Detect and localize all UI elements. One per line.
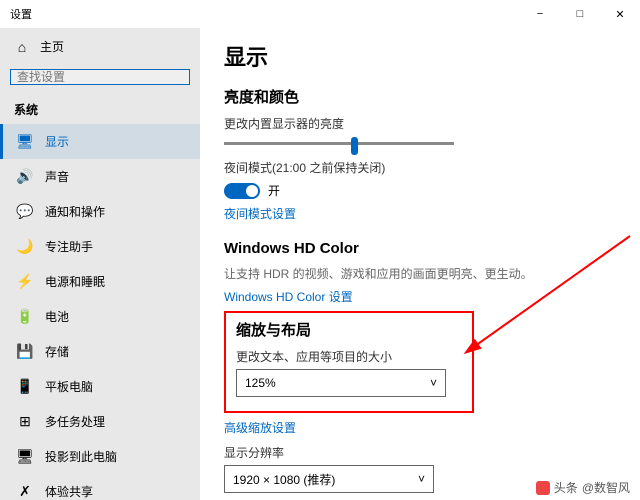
sidebar-home[interactable]: ⌂ 主页 bbox=[0, 28, 200, 65]
sidebar-item-label: 存储 bbox=[45, 343, 69, 360]
sidebar-item-label: 电池 bbox=[45, 308, 69, 325]
resolution-select[interactable]: 1920 × 1080 (推荐) ˅ bbox=[224, 465, 434, 493]
watermark: 头条 @数智风 bbox=[536, 479, 630, 496]
maximize-button[interactable]: □ bbox=[560, 0, 600, 28]
sidebar-group: 系统 bbox=[0, 95, 200, 124]
battery-icon: 🔋 bbox=[17, 309, 33, 325]
slider-thumb[interactable] bbox=[351, 137, 358, 155]
focus-icon: 🌙 bbox=[17, 239, 33, 255]
scale-value: 125% bbox=[245, 376, 276, 390]
sidebar-item-label: 电源和睡眠 bbox=[45, 273, 105, 290]
night-mode-state: 开 bbox=[268, 182, 280, 199]
sidebar-item-label: 声音 bbox=[45, 168, 69, 185]
sidebar-item-label: 显示 bbox=[45, 133, 69, 150]
watermark-logo bbox=[536, 481, 550, 495]
sidebar-item-label: 平板电脑 bbox=[45, 378, 93, 395]
search-input[interactable] bbox=[10, 69, 190, 85]
hdr-link[interactable]: Windows HD Color 设置 bbox=[224, 288, 616, 305]
search-field[interactable] bbox=[17, 70, 177, 84]
project-icon: 🖥 bbox=[17, 449, 33, 465]
multitask-icon: ⊞ bbox=[17, 414, 33, 430]
brightness-label: 更改内置显示器的亮度 bbox=[224, 115, 616, 132]
scale-heading: 缩放与布局 bbox=[236, 319, 462, 340]
night-mode-toggle[interactable] bbox=[224, 183, 260, 199]
home-icon: ⌂ bbox=[14, 39, 30, 55]
brightness-slider[interactable] bbox=[224, 142, 454, 145]
sidebar-item-label: 体验共享 bbox=[45, 483, 93, 500]
sidebar-item-power[interactable]: ⚡ 电源和睡眠 bbox=[0, 264, 200, 299]
sidebar-item-label: 专注助手 bbox=[45, 238, 93, 255]
sidebar-item-shared[interactable]: ✗ 体验共享 bbox=[0, 474, 200, 500]
hdr-desc: 让支持 HDR 的视频、游戏和应用的画面更明亮、更生动。 bbox=[224, 265, 616, 282]
sidebar-item-label: 通知和操作 bbox=[45, 203, 105, 220]
storage-icon: 💾 bbox=[17, 344, 33, 360]
sound-icon: 🔊 bbox=[17, 169, 33, 185]
sidebar-item-focus[interactable]: 🌙 专注助手 bbox=[0, 229, 200, 264]
window-title: 设置 bbox=[10, 6, 32, 22]
sidebar-item-multitask[interactable]: ⊞ 多任务处理 bbox=[0, 404, 200, 439]
sidebar-item-storage[interactable]: 💾 存储 bbox=[0, 334, 200, 369]
night-mode-label: 夜间模式(21:00 之前保持关闭) bbox=[224, 159, 616, 176]
sidebar-item-battery[interactable]: 🔋 电池 bbox=[0, 299, 200, 334]
power-icon: ⚡ bbox=[17, 274, 33, 290]
minimize-button[interactable]: − bbox=[520, 0, 560, 28]
chevron-down-icon: ˅ bbox=[418, 472, 425, 486]
page-title: 显示 bbox=[224, 40, 616, 72]
sidebar-item-display[interactable]: 🖥 显示 bbox=[0, 124, 200, 159]
toggle-knob bbox=[246, 185, 258, 197]
sidebar-item-label: 投影到此电脑 bbox=[45, 448, 117, 465]
chevron-down-icon: ˅ bbox=[430, 376, 437, 390]
hdr-heading: Windows HD Color bbox=[224, 240, 616, 257]
resolution-label: 显示分辨率 bbox=[224, 444, 616, 461]
night-mode-link[interactable]: 夜间模式设置 bbox=[224, 205, 616, 222]
notifications-icon: 💬 bbox=[17, 204, 33, 220]
watermark-author: @数智风 bbox=[582, 479, 630, 496]
close-button[interactable]: ✕ bbox=[600, 0, 640, 28]
shared-icon: ✗ bbox=[17, 484, 33, 500]
sidebar-item-sound[interactable]: 🔊 声音 bbox=[0, 159, 200, 194]
brightness-heading: 亮度和颜色 bbox=[224, 86, 616, 107]
tablet-icon: 📱 bbox=[17, 379, 33, 395]
scale-label: 更改文本、应用等项目的大小 bbox=[236, 348, 462, 365]
resolution-value: 1920 × 1080 (推荐) bbox=[233, 471, 335, 488]
sidebar-item-project[interactable]: 🖥 投影到此电脑 bbox=[0, 439, 200, 474]
sidebar-home-label: 主页 bbox=[40, 38, 64, 55]
sidebar-item-notifications[interactable]: 💬 通知和操作 bbox=[0, 194, 200, 229]
scale-select[interactable]: 125% ˅ bbox=[236, 369, 446, 397]
scale-highlight-box: 缩放与布局 更改文本、应用等项目的大小 125% ˅ bbox=[224, 311, 474, 413]
sidebar: ⌂ 主页 系统 🖥 显示 🔊 声音 💬 通知和操作 🌙 专 bbox=[0, 28, 200, 500]
display-icon: 🖥 bbox=[17, 134, 33, 150]
sidebar-item-label: 多任务处理 bbox=[45, 413, 105, 430]
watermark-prefix: 头条 bbox=[554, 479, 578, 496]
sidebar-item-tablet[interactable]: 📱 平板电脑 bbox=[0, 369, 200, 404]
scale-link[interactable]: 高级缩放设置 bbox=[224, 419, 616, 436]
main-content: 显示 亮度和颜色 更改内置显示器的亮度 夜间模式(21:00 之前保持关闭) 开… bbox=[200, 28, 640, 500]
titlebar: 设置 − □ ✕ bbox=[0, 0, 640, 28]
